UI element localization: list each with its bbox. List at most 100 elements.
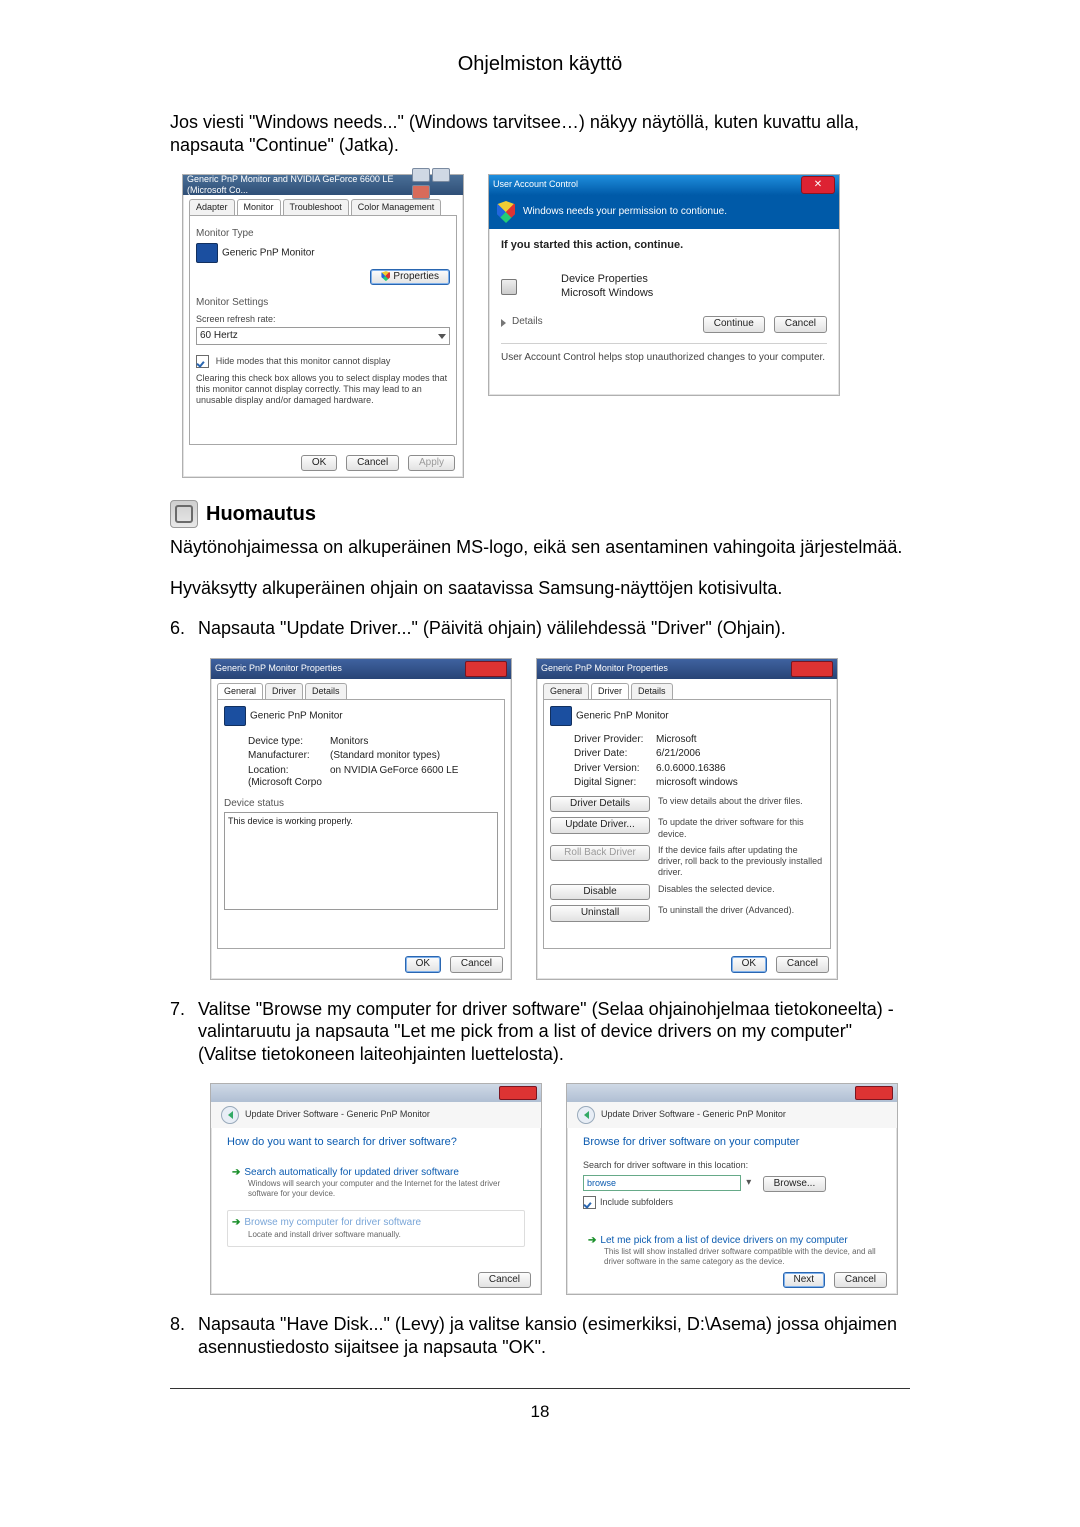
disable-desc: Disables the selected device. <box>658 884 824 895</box>
continue-button[interactable]: Continue <box>703 316 765 333</box>
refresh-rate-label: Screen refresh rate: <box>196 314 450 325</box>
search-location-label: Search for driver software in this locat… <box>583 1160 881 1171</box>
monitor-settings-label: Monitor Settings <box>196 297 450 310</box>
location-key: Location: <box>248 765 330 778</box>
window-buttons[interactable] <box>410 168 459 203</box>
uac-dialog: User Account Control ✕ Windows needs you… <box>488 174 840 396</box>
option-label: Search automatically for updated driver … <box>244 1167 459 1178</box>
tab-adapter[interactable]: Adapter <box>189 199 235 215</box>
cancel-button[interactable]: Cancel <box>450 956 503 973</box>
step-8-number: 8. <box>170 1313 198 1358</box>
uninstall-button[interactable]: Uninstall <box>550 905 650 922</box>
monitor-icon <box>224 706 246 726</box>
page-number: 18 <box>170 1401 910 1422</box>
apply-button: Apply <box>408 455 455 472</box>
chevron-down-icon[interactable]: ▾ <box>744 1177 754 1190</box>
disable-button[interactable]: Disable <box>550 884 650 901</box>
tab-monitor[interactable]: Monitor <box>237 199 281 215</box>
window-title: User Account Control <box>493 179 578 190</box>
close-icon[interactable]: ✕ <box>801 176 835 194</box>
properties-button[interactable]: Properties <box>370 269 450 286</box>
digital-signer-key: Digital Signer: <box>574 777 656 790</box>
step-6-text: Napsauta "Update Driver..." (Päivitä ohj… <box>198 617 910 640</box>
back-button[interactable] <box>221 1106 239 1124</box>
option-label: Browse my computer for driver software <box>244 1217 421 1228</box>
properties-general-dialog: Generic PnP Monitor Properties General D… <box>210 658 512 980</box>
tab-color-management[interactable]: Color Management <box>351 199 442 215</box>
include-subfolders-checkbox[interactable] <box>583 1196 596 1209</box>
update-driver-desc: To update the driver software for this d… <box>658 817 824 840</box>
window-title: Generic PnP Monitor Properties <box>215 663 342 674</box>
arrow-icon: ➔ <box>232 1167 240 1178</box>
tab-troubleshoot[interactable]: Troubleshoot <box>283 199 349 215</box>
driver-version-value: 6.0.6000.16386 <box>656 763 726 774</box>
driver-details-button[interactable]: Driver Details <box>550 796 650 813</box>
monitor-settings-dialog: Generic PnP Monitor and NVIDIA GeForce 6… <box>182 174 464 478</box>
device-status-label: Device status <box>224 798 498 811</box>
ok-button[interactable]: OK <box>731 956 767 973</box>
tab-driver[interactable]: Driver <box>591 683 629 699</box>
cancel-button[interactable]: Cancel <box>834 1272 887 1289</box>
cancel-button[interactable]: Cancel <box>346 455 399 472</box>
close-icon[interactable] <box>791 661 833 677</box>
device-name: Generic PnP Monitor <box>576 710 669 721</box>
uninstall-desc: To uninstall the driver (Advanced). <box>658 905 824 916</box>
close-icon[interactable] <box>465 661 507 677</box>
uac-message: Windows needs your permission to contion… <box>523 206 727 219</box>
tab-general[interactable]: General <box>217 683 263 699</box>
chevron-down-icon <box>501 319 506 327</box>
tab-strip: Adapter Monitor Troubleshoot Color Manag… <box>183 195 463 215</box>
path-input[interactable]: browse <box>583 1175 741 1191</box>
driver-provider-key: Driver Provider: <box>574 734 656 747</box>
window-title: Generic PnP Monitor and NVIDIA GeForce 6… <box>187 174 410 197</box>
section-title: Ohjelmiston käyttö <box>170 52 910 77</box>
monitor-name: Generic PnP Monitor <box>222 247 315 258</box>
window-titlebar: Generic PnP Monitor and NVIDIA GeForce 6… <box>183 175 463 195</box>
manufacturer-key: Manufacturer: <box>248 750 330 763</box>
driver-date-key: Driver Date: <box>574 748 656 761</box>
option-subtext: Locate and install driver software manua… <box>248 1230 520 1240</box>
back-button[interactable] <box>577 1106 595 1124</box>
next-button[interactable]: Next <box>783 1272 826 1289</box>
browse-button[interactable]: Browse... <box>763 1176 827 1193</box>
driver-version-key: Driver Version: <box>574 763 656 776</box>
tab-details[interactable]: Details <box>305 683 347 699</box>
window-title: Generic PnP Monitor Properties <box>541 663 668 674</box>
close-icon[interactable] <box>499 1086 537 1100</box>
step-7-number: 7. <box>170 998 198 1066</box>
step-8-text: Napsauta "Have Disk..." (Levy) ja valits… <box>198 1313 910 1358</box>
rollback-driver-desc: If the device fails after updating the d… <box>658 845 824 879</box>
hide-modes-checkbox[interactable] <box>196 355 209 368</box>
option-subtext: Windows will search your computer and th… <box>248 1179 520 1199</box>
refresh-rate-select[interactable]: 60 Hertz <box>196 327 450 345</box>
update-driver-button[interactable]: Update Driver... <box>550 817 650 834</box>
hide-modes-description: Clearing this check box allows you to se… <box>196 373 450 407</box>
arrow-icon: ➔ <box>588 1235 596 1246</box>
tab-driver[interactable]: Driver <box>265 683 303 699</box>
properties-driver-dialog: Generic PnP Monitor Properties General D… <box>536 658 838 980</box>
details-toggle[interactable]: Details <box>512 316 543 329</box>
option-label: Let me pick from a list of device driver… <box>600 1235 847 1246</box>
cancel-button[interactable]: Cancel <box>774 316 827 333</box>
cancel-button[interactable]: Cancel <box>776 956 829 973</box>
step-7-text: Valitse "Browse my computer for driver s… <box>198 998 910 1066</box>
ok-button[interactable]: OK <box>405 956 441 973</box>
rollback-driver-button: Roll Back Driver <box>550 845 650 862</box>
cancel-button[interactable]: Cancel <box>478 1272 531 1289</box>
window-titlebar: User Account Control ✕ <box>489 175 839 195</box>
close-icon[interactable] <box>855 1086 893 1100</box>
update-driver-search-dialog: Update Driver Software - Generic PnP Mon… <box>210 1083 542 1295</box>
browse-computer-option[interactable]: ➔Browse my computer for driver software … <box>227 1210 525 1247</box>
device-type-key: Device type: <box>248 736 330 749</box>
arrow-icon: ➔ <box>232 1217 240 1228</box>
digital-signer-value: microsoft windows <box>656 777 738 788</box>
let-me-pick-option[interactable]: ➔ Let me pick from a list of device drive… <box>583 1228 881 1275</box>
uac-publisher: Microsoft Windows <box>561 287 653 301</box>
uac-banner: Windows needs your permission to contion… <box>489 195 839 229</box>
wizard-breadcrumb: Update Driver Software - Generic PnP Mon… <box>601 1109 786 1120</box>
note-paragraph-1: Näytönohjaimessa on alkuperäinen MS-logo… <box>170 536 910 559</box>
ok-button[interactable]: OK <box>301 455 337 472</box>
tab-details[interactable]: Details <box>631 683 673 699</box>
search-automatically-option[interactable]: ➔ Search automatically for updated driver… <box>227 1160 525 1207</box>
tab-general[interactable]: General <box>543 683 589 699</box>
